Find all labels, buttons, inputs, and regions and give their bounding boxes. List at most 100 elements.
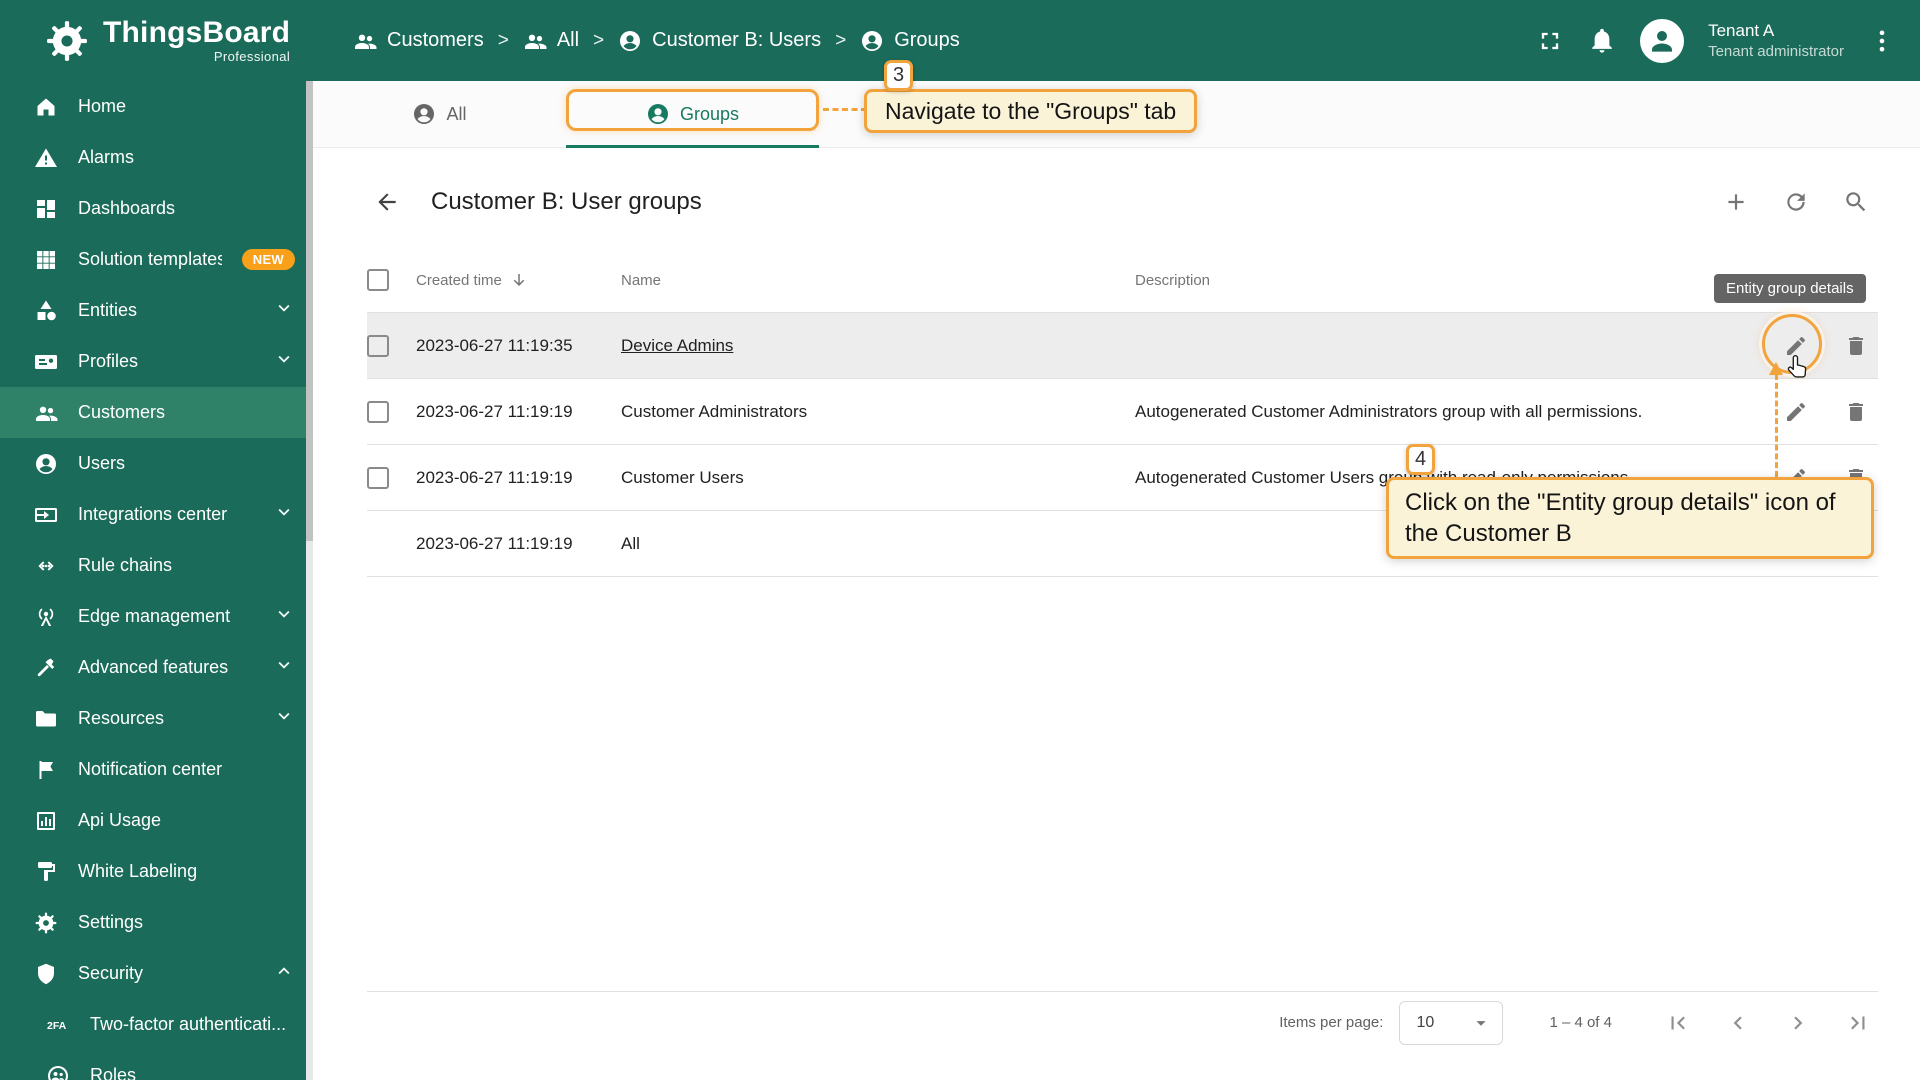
entity-group-details-tooltip: Entity group details <box>1714 274 1866 303</box>
row-checkbox[interactable] <box>367 334 389 357</box>
last-page-button[interactable] <box>1838 1003 1878 1043</box>
cell-created-time: 2023-06-27 11:19:35 <box>416 335 573 355</box>
user-icon <box>618 29 642 53</box>
chevron-down-icon <box>273 297 295 319</box>
step4-callout: Click on the "Entity group details" icon… <box>1386 477 1874 559</box>
brand-logo[interactable]: ThingsBoard Professional <box>0 15 313 65</box>
page-title: Customer B: User groups <box>431 188 702 215</box>
chevron-down-icon <box>273 654 295 676</box>
group-icon <box>523 29 547 53</box>
breadcrumb-separator: > <box>835 29 847 51</box>
add-entity-group-button[interactable] <box>1714 180 1758 224</box>
title-row: Customer B: User groups <box>367 174 1878 230</box>
search-icon <box>1843 189 1869 215</box>
column-header-description[interactable]: Description <box>1135 272 1728 289</box>
breadcrumb-customers[interactable]: Customers <box>353 29 484 53</box>
sidebar-item-integrations-center[interactable]: Integrations center <box>0 489 313 540</box>
group-name-link[interactable]: Customer Users <box>621 468 744 487</box>
items-per-page-label: Items per page: <box>1279 1014 1384 1031</box>
chevron-down-icon <box>273 348 295 370</box>
integrations-icon <box>34 503 58 527</box>
sidebar-item-customers[interactable]: Customers <box>0 387 313 438</box>
sidebar-scrollbar[interactable] <box>306 81 313 1080</box>
sidebar-item-two-factor-authentication[interactable]: Two-factor authenticati... <box>0 999 313 1050</box>
templates-icon <box>34 248 58 272</box>
user-icon <box>34 452 58 476</box>
sidebar-item-profiles[interactable]: Profiles <box>0 336 313 387</box>
row-checkbox[interactable] <box>367 466 389 489</box>
group-name-link[interactable]: All <box>621 534 640 553</box>
api-usage-icon <box>34 809 58 833</box>
select-all-checkbox[interactable] <box>367 269 389 291</box>
sidebar-item-api-usage[interactable]: Api Usage <box>0 795 313 846</box>
refresh-button[interactable] <box>1774 180 1818 224</box>
first-page-button[interactable] <box>1658 1003 1698 1043</box>
sidebar-item-notification-center[interactable]: Notification center <box>0 744 313 795</box>
cell-created-time: 2023-06-27 11:19:19 <box>416 467 573 487</box>
sidebar-item-rule-chains[interactable]: Rule chains <box>0 540 313 591</box>
refresh-icon <box>1783 189 1809 215</box>
trash-icon <box>1844 400 1868 424</box>
row-checkbox[interactable] <box>367 400 389 423</box>
next-page-button[interactable] <box>1778 1003 1818 1043</box>
sidebar-item-alarms[interactable]: Alarms <box>0 132 313 183</box>
advanced-icon <box>34 656 58 680</box>
fullscreen-button[interactable] <box>1536 27 1564 55</box>
sidebar-item-edge-management[interactable]: Edge management <box>0 591 313 642</box>
sidebar-item-entities[interactable]: Entities <box>0 285 313 336</box>
table-row[interactable]: 2023-06-27 11:19:19 Customer Administrat… <box>367 379 1878 445</box>
back-button[interactable] <box>367 180 407 224</box>
entities-icon <box>34 299 58 323</box>
fullscreen-icon <box>1536 27 1564 55</box>
cell-created-time: 2023-06-27 11:19:19 <box>416 401 573 421</box>
breadcrumb-customer-b-users[interactable]: Customer B: Users <box>618 29 821 53</box>
thingsboard-app: ThingsBoard Professional Customers > All… <box>0 0 1920 1080</box>
chevron-down-icon <box>273 603 295 625</box>
sidebar-item-resources[interactable]: Resources <box>0 693 313 744</box>
column-header-created-time[interactable]: Created time <box>416 271 621 289</box>
top-bar: ThingsBoard Professional Customers > All… <box>0 0 1920 81</box>
delete-group-button[interactable] <box>1834 390 1878 434</box>
plus-icon <box>1723 189 1749 215</box>
sidebar-item-dashboards[interactable]: Dashboards <box>0 183 313 234</box>
thingsboard-logo-icon <box>44 18 90 64</box>
avatar[interactable] <box>1640 18 1685 63</box>
step3-number-badge: 3 <box>884 60 913 91</box>
sidebar-item-solution-templates[interactable]: Solution templates NEW <box>0 234 313 285</box>
edit-icon <box>1784 400 1808 424</box>
sidebar-item-white-labeling[interactable]: White Labeling <box>0 846 313 897</box>
paginator: Items per page: 10 1 – 4 of 4 <box>367 991 1878 1053</box>
edge-icon <box>34 605 58 629</box>
entity-group-details-button[interactable] <box>1774 390 1818 434</box>
breadcrumb-separator: > <box>593 29 605 51</box>
more-menu-button[interactable] <box>1868 27 1896 55</box>
brand-name: ThingsBoard <box>103 15 291 49</box>
column-header-name[interactable]: Name <box>621 272 1135 289</box>
sidebar-item-advanced-features[interactable]: Advanced features <box>0 642 313 693</box>
brand-edition: Professional <box>213 49 291 65</box>
delete-group-button[interactable] <box>1834 324 1878 368</box>
breadcrumb-groups[interactable]: Groups <box>860 29 960 53</box>
main-area: All Groups Customer B: User groups Creat… <box>313 81 1920 1080</box>
sidebar-item-settings[interactable]: Settings <box>0 897 313 948</box>
group-name-link[interactable]: Device Admins <box>621 336 733 355</box>
breadcrumb-all[interactable]: All <box>523 29 579 53</box>
sidebar-item-roles[interactable]: Roles <box>0 1050 313 1080</box>
tab-all[interactable]: All <box>313 81 566 147</box>
sidebar-item-users[interactable]: Users <box>0 438 313 489</box>
sidebar-item-security[interactable]: Security <box>0 948 313 999</box>
scrollbar-thumb[interactable] <box>306 81 313 541</box>
sidebar-item-home[interactable]: Home <box>0 81 313 132</box>
group-name-link[interactable]: Customer Administrators <box>621 402 807 421</box>
search-button[interactable] <box>1834 180 1878 224</box>
breadcrumb-separator: > <box>497 29 509 51</box>
notification-icon <box>34 758 58 782</box>
kebab-icon <box>1868 27 1896 55</box>
sort-desc-icon <box>510 271 528 289</box>
notifications-button[interactable] <box>1588 27 1616 55</box>
previous-page-button[interactable] <box>1718 1003 1758 1043</box>
chevron-down-icon <box>273 705 295 727</box>
items-per-page-select[interactable]: 10 <box>1399 1000 1504 1045</box>
table-row[interactable]: 2023-06-27 11:19:35 Device Admins <box>367 313 1878 379</box>
chevron-up-icon <box>273 960 295 982</box>
